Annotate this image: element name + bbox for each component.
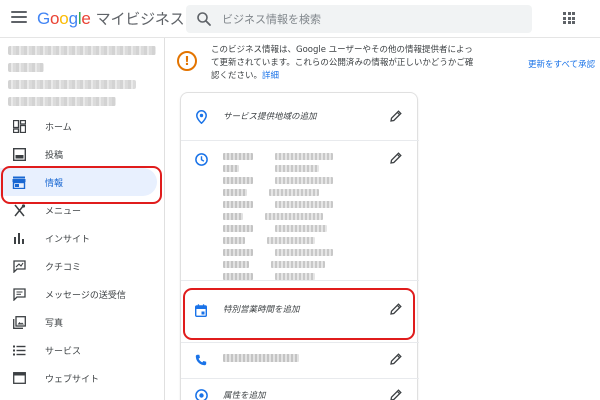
menu-icon[interactable] xyxy=(11,11,27,25)
special-hours-row[interactable]: 特別営業時間を追加 xyxy=(181,285,419,343)
sidebar-item-services[interactable]: サービス xyxy=(0,336,165,364)
edit-pencil-icon[interactable] xyxy=(389,302,403,316)
sidebar-item-menu[interactable]: メニュー xyxy=(0,196,165,224)
sidebar-item-label: 写真 xyxy=(45,318,64,329)
edit-pencil-icon[interactable] xyxy=(389,151,403,165)
sidebar-item-messages[interactable]: メッセージの送受信 xyxy=(0,280,165,308)
search-bar[interactable] xyxy=(186,5,532,33)
logo-letter: o xyxy=(59,9,69,28)
banner-message: このビジネス情報は、Google ユーザーやその他の情報提供者によっ て更新され… xyxy=(211,44,501,83)
website-icon xyxy=(12,371,26,385)
restaurant-icon xyxy=(12,203,26,217)
list-icon xyxy=(12,343,26,357)
banner-line-text: 認ください。 xyxy=(211,71,263,81)
attributes-label: 属性を追加 xyxy=(223,391,266,400)
location-pin-icon xyxy=(194,110,208,124)
approve-all-button[interactable]: 更新をすべて承認 xyxy=(528,58,595,70)
sidebar-item-photos[interactable]: 写真 xyxy=(0,308,165,336)
dashboard-icon xyxy=(12,119,26,133)
sidebar-nav: ホーム 投稿 情報 メニュー インサイト クチコミ メッセージの送受信 写真 サ… xyxy=(0,112,165,392)
sidebar-item-label: インサイト xyxy=(45,234,91,245)
sidebar-item-label: 投稿 xyxy=(45,150,64,161)
sidebar-item-label: クチコミ xyxy=(45,262,82,273)
sidebar-item-info[interactable]: 情報 xyxy=(0,168,157,196)
insights-icon xyxy=(12,231,26,245)
logo-letter: e xyxy=(81,9,91,28)
business-hours-row[interactable] xyxy=(181,141,419,281)
logo-letter: o xyxy=(50,9,60,28)
sidebar-item-label: メッセージの送受信 xyxy=(45,290,126,301)
attribute-icon xyxy=(194,388,208,400)
sidebar-item-label: 情報 xyxy=(45,178,64,189)
sidebar-item-posts[interactable]: 投稿 xyxy=(0,140,165,168)
clock-icon xyxy=(194,152,208,166)
phone-icon xyxy=(194,353,208,367)
top-app-bar: Google マイビジネス xyxy=(0,0,600,38)
phone-number-blurred xyxy=(223,354,299,362)
edit-pencil-icon[interactable] xyxy=(389,109,403,123)
sidebar: ホーム 投稿 情報 メニュー インサイト クチコミ メッセージの送受信 写真 サ… xyxy=(0,38,165,400)
edit-pencil-icon[interactable] xyxy=(389,352,403,366)
business-name-blurred xyxy=(8,46,158,110)
apps-grid-icon[interactable] xyxy=(563,12,575,24)
banner-line: 認ください。詳細 xyxy=(211,70,501,83)
update-notice-banner: ! このビジネス情報は、Google ユーザーやその他の情報提供者によっ て更新… xyxy=(166,38,600,88)
sidebar-item-home[interactable]: ホーム xyxy=(0,112,165,140)
logo-letter: G xyxy=(37,9,51,28)
search-icon xyxy=(197,12,211,26)
sidebar-item-label: ウェブサイト xyxy=(45,374,100,385)
phone-row[interactable] xyxy=(181,343,419,379)
storefront-icon xyxy=(12,175,26,189)
hours-blurred xyxy=(223,153,353,285)
sidebar-item-website[interactable]: ウェブサイト xyxy=(0,364,165,392)
business-info-card: サービス提供地域の追加 特別営業時間を追加 属性を追加 xyxy=(180,92,419,400)
sidebar-item-insights[interactable]: インサイト xyxy=(0,224,165,252)
post-icon xyxy=(12,147,26,161)
sidebar-item-reviews[interactable]: クチコミ xyxy=(0,252,165,280)
app-logo[interactable]: Google マイビジネス xyxy=(37,8,185,29)
sidebar-item-label: サービス xyxy=(45,346,82,357)
photos-icon xyxy=(12,315,26,329)
reviews-icon xyxy=(12,259,26,273)
service-area-label: サービス提供地域の追加 xyxy=(223,112,317,122)
edit-pencil-icon[interactable] xyxy=(389,388,403,400)
message-icon xyxy=(12,287,26,301)
search-input[interactable] xyxy=(222,9,512,29)
product-name: マイビジネス xyxy=(95,10,185,28)
attributes-row[interactable]: 属性を追加 xyxy=(181,379,419,400)
logo-letter: g xyxy=(68,9,78,28)
service-area-row[interactable]: サービス提供地域の追加 xyxy=(181,93,419,141)
calendar-icon xyxy=(194,303,208,317)
sidebar-item-label: メニュー xyxy=(45,206,82,217)
warning-icon: ! xyxy=(177,51,197,71)
banner-line: このビジネス情報は、Google ユーザーやその他の情報提供者によっ xyxy=(211,45,473,55)
special-hours-label: 特別営業時間を追加 xyxy=(223,305,300,315)
details-link[interactable]: 詳細 xyxy=(262,71,279,81)
sidebar-item-label: ホーム xyxy=(45,122,72,133)
banner-line: て更新されています。これらの公開済みの情報が正しいかどうかご確 xyxy=(211,58,474,68)
